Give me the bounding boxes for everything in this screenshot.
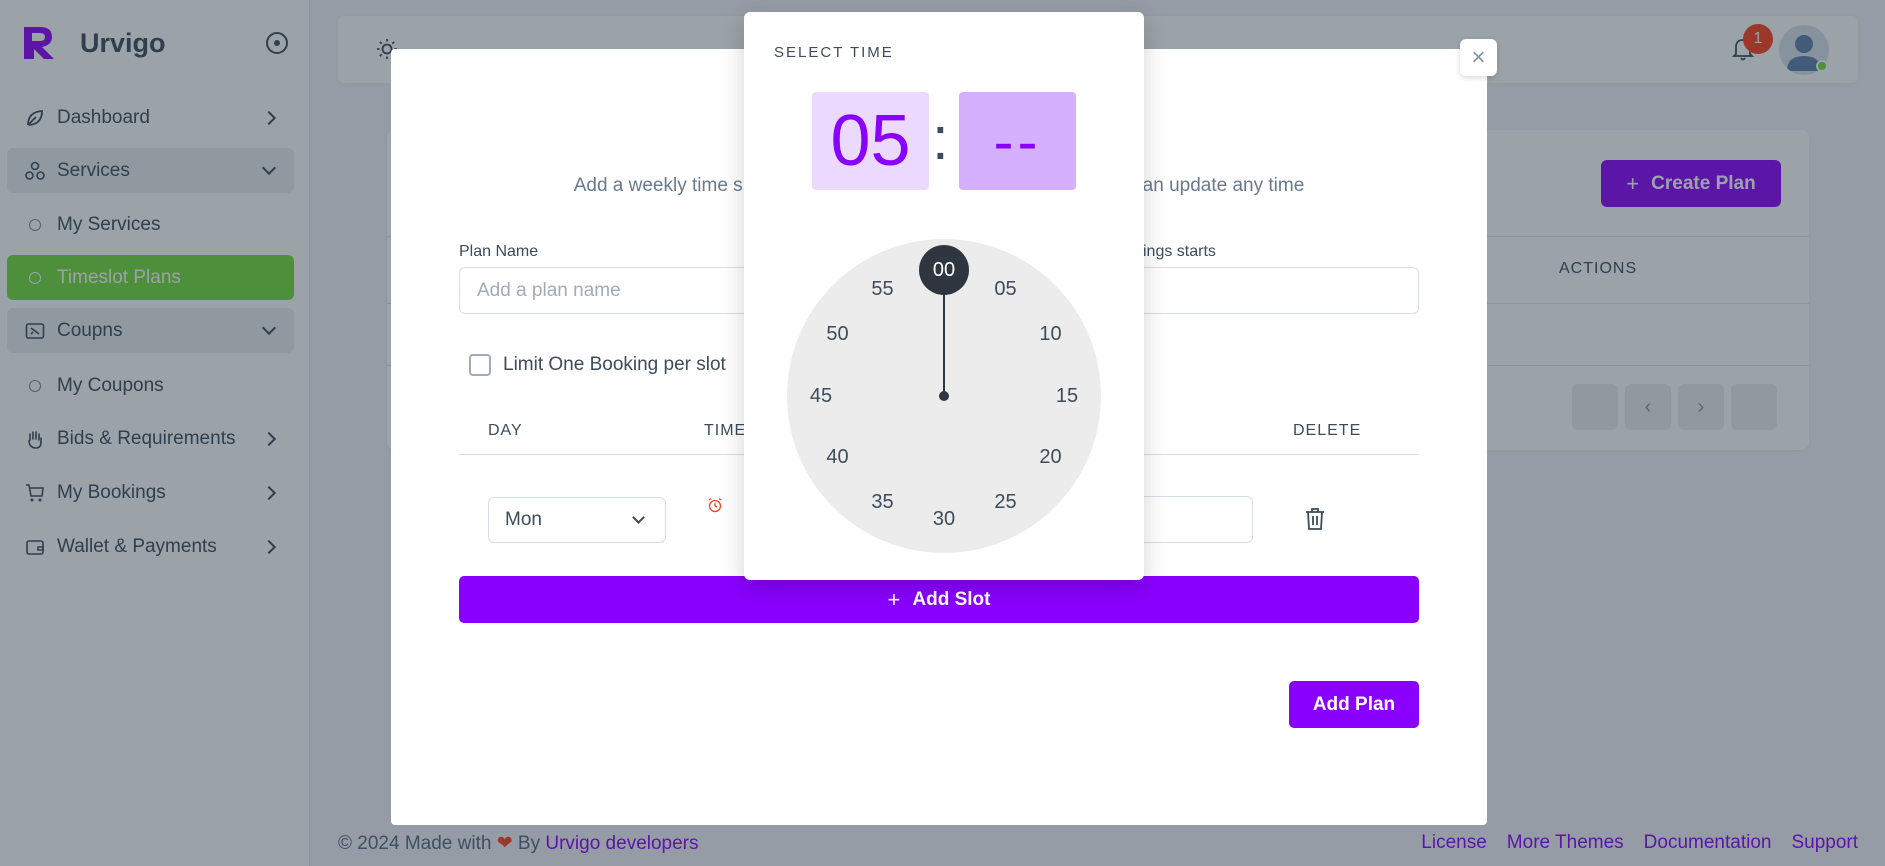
minute-option-20[interactable]: 20 (1031, 438, 1071, 478)
alarm-clock-icon[interactable] (707, 497, 723, 513)
bookings-start-label: ings starts (1143, 243, 1216, 260)
minute-option-40[interactable]: 40 (817, 438, 857, 478)
day-select-value: Mon (505, 509, 542, 530)
chevron-down-icon (632, 511, 645, 524)
minute-option-35[interactable]: 35 (863, 483, 903, 523)
minute-option-05[interactable]: 05 (986, 269, 1026, 309)
minute-option-30[interactable]: 30 (924, 499, 964, 539)
clock-hub (939, 391, 949, 401)
minute-option-45[interactable]: 45 (801, 376, 841, 416)
time-header: TIME (704, 422, 747, 439)
delete-header: DELETE (1293, 422, 1362, 439)
minute-option-50[interactable]: 50 (817, 315, 857, 355)
add-slot-button[interactable]: + Add Slot (459, 576, 1419, 623)
trash-icon[interactable] (1304, 507, 1326, 531)
minute-option-00[interactable]: 00 (919, 245, 969, 295)
minute-option-55[interactable]: 55 (863, 269, 903, 309)
time-separator: : (932, 105, 949, 172)
close-icon[interactable]: × (1460, 39, 1497, 76)
day-header: DAY (488, 422, 523, 439)
end-time-input[interactable] (1131, 496, 1253, 543)
limit-booking-checkbox[interactable] (469, 354, 491, 376)
plan-name-label: Plan Name (459, 243, 539, 260)
day-select[interactable]: Mon (488, 497, 666, 543)
plan-name-input[interactable]: Add a plan name (459, 267, 759, 314)
minute-dial[interactable]: 00 05 10 15 20 25 30 35 40 45 50 55 (787, 239, 1101, 553)
bookings-start-input[interactable] (1131, 267, 1419, 314)
limit-booking-label: Limit One Booking per slot (503, 354, 726, 375)
subtitle-right: an update any time (1142, 175, 1305, 196)
hour-display[interactable]: 05 (812, 92, 929, 190)
minute-option-25[interactable]: 25 (986, 483, 1026, 523)
minute-option-15[interactable]: 15 (1047, 376, 1087, 416)
clock-hand (943, 283, 945, 396)
plus-icon: + (887, 586, 901, 612)
add-slot-label: Add Slot (912, 588, 991, 610)
minute-display[interactable]: -- (959, 92, 1076, 190)
time-picker: SELECT TIME 05 : -- 00 05 10 15 20 25 30 35 40 45… (744, 12, 1144, 580)
add-plan-button[interactable]: Add Plan (1289, 681, 1419, 728)
minute-option-10[interactable]: 10 (1031, 315, 1071, 355)
picker-title: SELECT TIME (774, 44, 894, 61)
subtitle-left: Add a weekly time s (573, 175, 743, 196)
